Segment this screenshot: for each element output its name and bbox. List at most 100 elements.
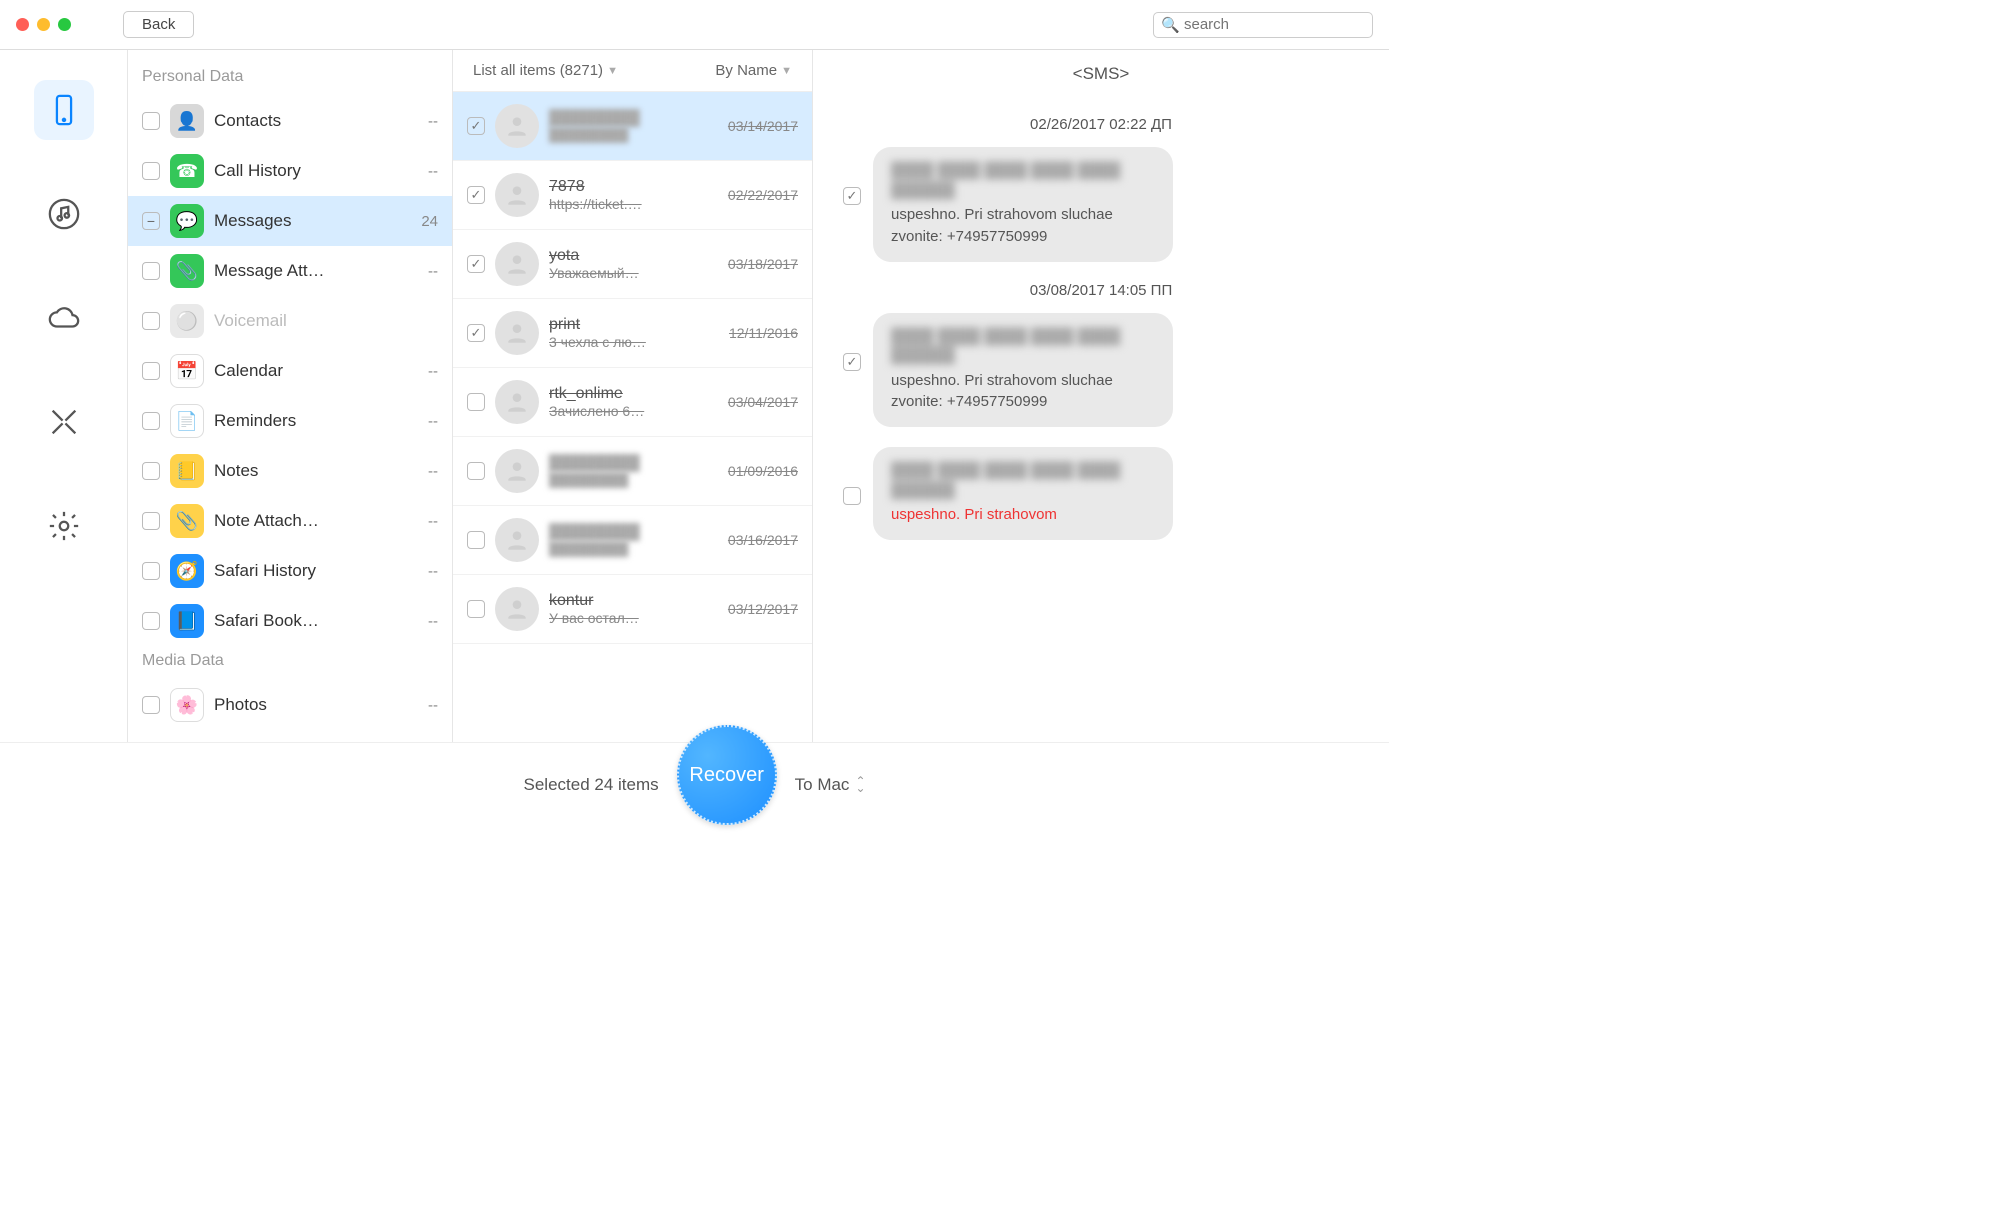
thread-row[interactable]: ████████████████03/16/2017: [453, 506, 812, 575]
thread-checkbox[interactable]: [467, 117, 485, 135]
thread-row[interactable]: print3 чехла с лю…12/11/2016: [453, 299, 812, 368]
search-icon: 🔍: [1161, 16, 1180, 34]
safari-history-icon: 🧭: [170, 554, 204, 588]
category-safari-book[interactable]: 📘Safari Book…--: [128, 596, 452, 646]
fullscreen-window-button[interactable]: [58, 18, 71, 31]
category-label: Reminders: [214, 411, 418, 431]
thread-preview: 3 чехла с лю…: [549, 334, 719, 350]
message-text: uspeshno. Pri strahovom sluchae zvonite:…: [891, 370, 1155, 414]
section-title: Personal Data: [128, 62, 452, 96]
footer-bar: Selected 24 items Recover To Mac ⌃⌄: [0, 742, 1389, 827]
phone-icon: [47, 93, 81, 127]
message-checkbox[interactable]: [843, 187, 861, 205]
message-bubble[interactable]: ████ ████ ████ ████ ████ ██████ uspeshno.…: [873, 313, 1173, 428]
search-input[interactable]: [1153, 12, 1373, 38]
category-checkbox[interactable]: [142, 362, 160, 380]
category-checkbox[interactable]: [142, 412, 160, 430]
category-checkbox[interactable]: [142, 162, 160, 180]
selected-count-label: Selected 24 items: [524, 775, 659, 795]
category-label: Messages: [214, 211, 411, 231]
avatar: [495, 380, 539, 424]
rail-itunes[interactable]: [34, 184, 94, 244]
thread-date: 03/12/2017: [728, 601, 798, 617]
category-checkbox[interactable]: [142, 312, 160, 330]
thread-name: kontur: [549, 592, 718, 610]
message-att-icon: 📎: [170, 254, 204, 288]
gear-icon: [47, 509, 81, 543]
reminders-icon: 📄: [170, 404, 204, 438]
sort-dropdown[interactable]: By Name ▼: [715, 62, 792, 79]
thread-column: List all items (8271) ▼ By Name ▼ ██████…: [453, 50, 813, 742]
category-column: Personal Data👤Contacts--☎Call History--💬…: [128, 50, 453, 742]
category-count: --: [428, 413, 438, 430]
category-count: --: [428, 163, 438, 180]
category-notes[interactable]: 📒Notes--: [128, 446, 452, 496]
thread-row[interactable]: ████████████████03/14/2017: [453, 92, 812, 161]
thread-name: rtk_onlime: [549, 385, 718, 403]
thread-checkbox[interactable]: [467, 531, 485, 549]
category-calendar[interactable]: 📅Calendar--: [128, 346, 452, 396]
category-voicemail[interactable]: ⚪Voicemail: [128, 296, 452, 346]
message-text: uspeshno. Pri strahovom: [891, 504, 1155, 526]
thread-checkbox[interactable]: [467, 462, 485, 480]
message-text: uspeshno. Pri strahovom sluchae zvonite:…: [891, 204, 1155, 248]
cloud-icon: [47, 301, 81, 335]
category-checkbox[interactable]: [142, 612, 160, 630]
rail-device[interactable]: [34, 80, 94, 140]
thread-checkbox[interactable]: [467, 255, 485, 273]
filter-label: List all items (8271): [473, 62, 603, 79]
thread-checkbox[interactable]: [467, 393, 485, 411]
rail-tools[interactable]: [34, 392, 94, 452]
category-safari-history[interactable]: 🧭Safari History--: [128, 546, 452, 596]
category-call-history[interactable]: ☎Call History--: [128, 146, 452, 196]
thread-checkbox[interactable]: [467, 186, 485, 204]
category-checkbox[interactable]: [142, 112, 160, 130]
thread-row[interactable]: 7878https://ticket.…02/22/2017: [453, 161, 812, 230]
message-checkbox[interactable]: [843, 353, 861, 371]
category-count: --: [428, 363, 438, 380]
category-photos[interactable]: 🌸Photos--: [128, 680, 452, 730]
category-checkbox[interactable]: [142, 262, 160, 280]
message-bubble[interactable]: ████ ████ ████ ████ ████ ██████uspeshno.…: [873, 147, 1173, 262]
message-row: ████ ████ ████ ████ ████ ██████uspeshno.…: [843, 447, 1359, 540]
category-checkbox[interactable]: [142, 212, 160, 230]
category-reminders[interactable]: 📄 Reminders --: [128, 396, 452, 446]
thread-date: 03/04/2017: [728, 394, 798, 410]
category-contacts[interactable]: 👤Contacts--: [128, 96, 452, 146]
thread-preview: ████████: [549, 541, 718, 557]
call-history-icon: ☎: [170, 154, 204, 188]
message-timestamp: 03/08/2017 14:05 ПП: [843, 282, 1359, 299]
category-message-att[interactable]: 📎Message Att…--: [128, 246, 452, 296]
thread-row[interactable]: konturУ вас остал…03/12/2017: [453, 575, 812, 644]
thread-checkbox[interactable]: [467, 600, 485, 618]
thread-row[interactable]: ████████████████01/09/2016: [453, 437, 812, 506]
recover-target-dropdown[interactable]: To Mac ⌃⌄: [795, 775, 866, 795]
chevron-down-icon: ▼: [781, 65, 792, 77]
message-bubble[interactable]: ████ ████ ████ ████ ████ ██████uspeshno.…: [873, 447, 1173, 540]
category-checkbox[interactable]: [142, 696, 160, 714]
category-messages[interactable]: 💬Messages24: [128, 196, 452, 246]
recover-button[interactable]: Recover: [677, 725, 777, 825]
thread-checkbox[interactable]: [467, 324, 485, 342]
thread-row[interactable]: yotaУважаемый…03/18/2017: [453, 230, 812, 299]
thread-list: ████████████████03/14/20177878https://ti…: [453, 92, 812, 742]
category-checkbox[interactable]: [142, 512, 160, 530]
thread-name: ████████: [549, 109, 718, 127]
rail-icloud[interactable]: [34, 288, 94, 348]
category-count: --: [428, 613, 438, 630]
category-checkbox[interactable]: [142, 462, 160, 480]
message-checkbox[interactable]: [843, 487, 861, 505]
message-row: ████ ████ ████ ████ ████ ██████uspeshno.…: [843, 147, 1359, 262]
thread-row[interactable]: rtk_onlimeЗачислено 6…03/04/2017: [453, 368, 812, 437]
category-checkbox[interactable]: [142, 562, 160, 580]
avatar: [495, 242, 539, 286]
category-note-att[interactable]: 📎Note Attach…--: [128, 496, 452, 546]
rail-settings[interactable]: [34, 496, 94, 556]
close-window-button[interactable]: [16, 18, 29, 31]
message-redacted: ████ ████ ████ ████ ████ ██████: [891, 327, 1155, 366]
back-button[interactable]: Back: [123, 11, 194, 38]
filter-dropdown[interactable]: List all items (8271) ▼: [473, 62, 618, 79]
thread-header: List all items (8271) ▼ By Name ▼: [453, 50, 812, 92]
minimize-window-button[interactable]: [37, 18, 50, 31]
thread-name: print: [549, 316, 719, 334]
